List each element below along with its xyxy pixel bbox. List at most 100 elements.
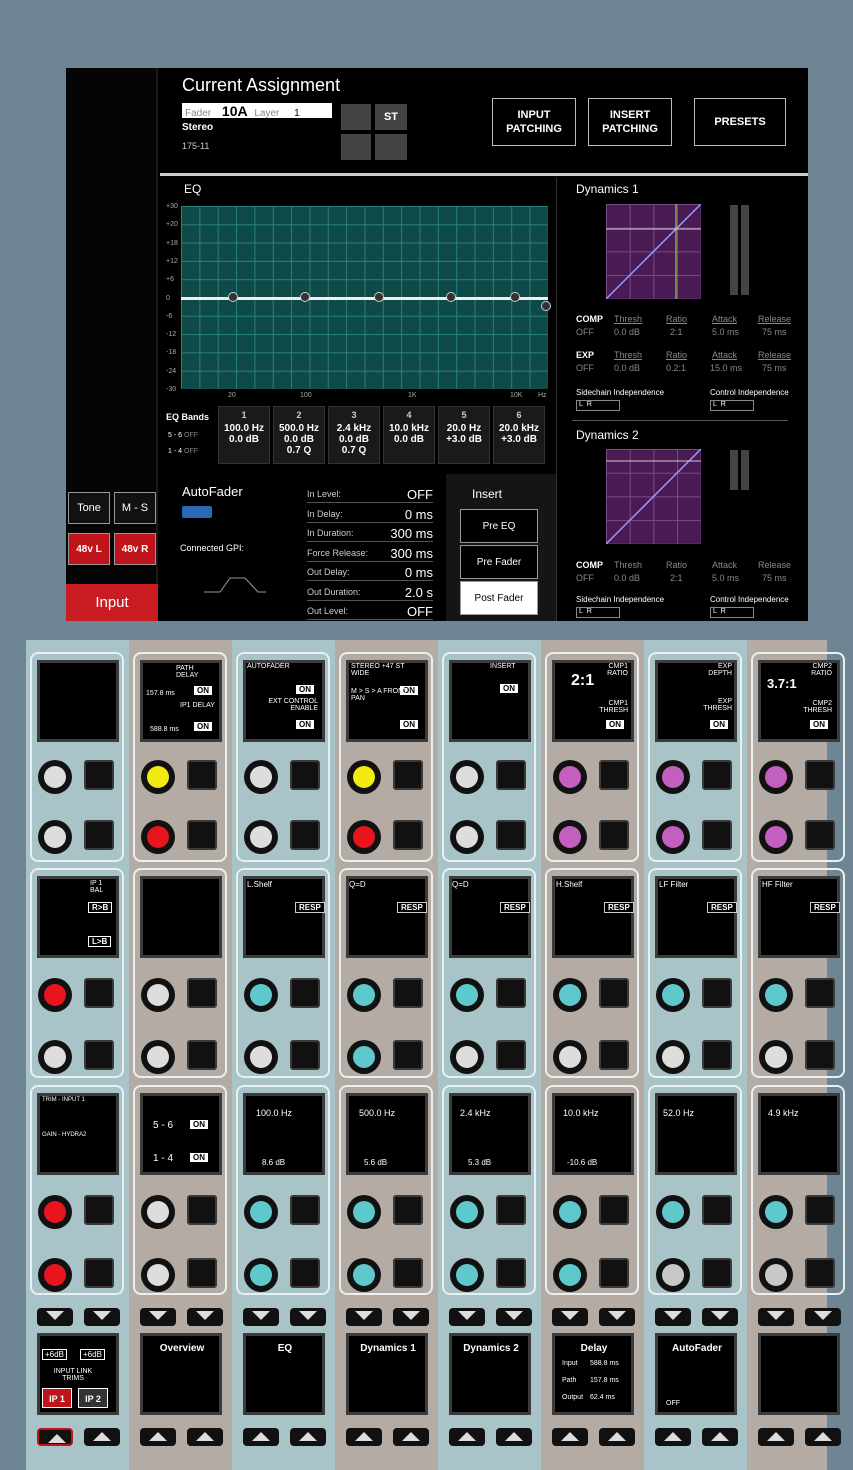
down-arrow-button[interactable] [346,1308,382,1326]
rotary-knob[interactable] [38,1258,72,1292]
key-button[interactable] [187,1195,217,1225]
down-arrow-button[interactable] [290,1308,326,1326]
rotary-knob[interactable] [656,978,690,1012]
key-button[interactable] [290,978,320,1008]
eq-bands-56[interactable]: 5 - 6 OFF [168,432,198,439]
ip2-button[interactable]: IP 2 [78,1388,108,1408]
lower-screen[interactable] [758,1333,840,1415]
rotary-knob[interactable] [450,760,484,794]
key-button[interactable] [496,820,526,850]
down-arrow-button[interactable] [552,1308,588,1326]
key-button[interactable] [290,760,320,790]
key-button[interactable] [84,1040,114,1070]
dyn1-exp-thresh[interactable]: 0.0 dB [614,363,640,373]
strip-screen[interactable] [758,1093,840,1175]
key-button[interactable] [187,1258,217,1288]
key-button[interactable] [290,1040,320,1070]
dyn2-release[interactable]: 75 ms [762,573,787,583]
autofader-row[interactable]: Force Release: 300 ms [307,546,433,562]
rotary-knob[interactable] [38,760,72,794]
up-arrow-button[interactable] [37,1428,73,1446]
autofader-row[interactable]: In Level: OFF [307,487,433,503]
dyn2-graph[interactable] [606,449,701,544]
key-button[interactable] [496,978,526,1008]
key-button[interactable] [393,978,423,1008]
strip-screen[interactable] [140,876,222,958]
autofader-row[interactable]: Out Duration: 2.0 s [307,585,433,601]
rotary-knob[interactable] [347,1258,381,1292]
key-button[interactable] [84,1195,114,1225]
rotary-knob[interactable] [141,820,175,854]
eq-bands-14[interactable]: 1 - 4 OFF [168,448,198,455]
up-arrow-button[interactable] [393,1428,429,1446]
up-arrow-button[interactable] [758,1428,794,1446]
rotary-knob[interactable] [450,1195,484,1229]
dyn1-graph[interactable] [606,204,701,299]
resp-button[interactable]: RESP [397,902,427,913]
down-arrow-button[interactable] [140,1308,176,1326]
rotary-knob[interactable] [656,820,690,854]
on-toggle[interactable]: ON [190,1153,208,1162]
up-arrow-button[interactable] [805,1428,841,1446]
key-button[interactable] [290,820,320,850]
key-button[interactable] [805,1258,835,1288]
key-button[interactable] [599,1040,629,1070]
up-arrow-button[interactable] [599,1428,635,1446]
rotary-knob[interactable] [244,1195,278,1229]
insert-patching-button[interactable]: INSERT PATCHING [588,98,672,146]
rotary-knob[interactable] [141,1258,175,1292]
rotary-knob[interactable] [244,978,278,1012]
down-arrow-button[interactable] [599,1308,635,1326]
key-button[interactable] [599,1258,629,1288]
down-arrow-button[interactable] [758,1308,794,1326]
key-button[interactable] [805,1040,835,1070]
on-toggle[interactable]: ON [710,720,728,729]
key-button[interactable] [84,1258,114,1288]
rotary-knob[interactable] [244,1258,278,1292]
48v-left-button[interactable]: 48v L [68,533,110,565]
rotary-knob[interactable] [553,1040,587,1074]
down-arrow-button[interactable] [84,1308,120,1326]
up-arrow-button[interactable] [187,1428,223,1446]
down-arrow-button[interactable] [702,1308,738,1326]
eq-node[interactable] [300,292,310,302]
key-button[interactable] [496,760,526,790]
ip1-button[interactable]: IP 1 [42,1388,72,1408]
on-toggle[interactable]: ON [296,720,314,729]
key-button[interactable] [496,1040,526,1070]
rotary-knob[interactable] [656,1258,690,1292]
key-button[interactable] [84,760,114,790]
eq-band-6[interactable]: 6 20.0 kHz +3.0 dB [493,406,545,464]
rotary-knob[interactable] [656,1040,690,1074]
key-button[interactable] [702,760,732,790]
key-button[interactable] [290,1195,320,1225]
key-button[interactable] [393,1195,423,1225]
post-fader-button[interactable]: Post Fader [460,581,538,615]
down-arrow-button[interactable] [496,1308,532,1326]
dyn2-attack[interactable]: 5.0 ms [712,573,739,583]
key-button[interactable] [187,1040,217,1070]
rotary-knob[interactable] [656,1195,690,1229]
dyn1-exp-release[interactable]: 75 ms [762,363,787,373]
up-arrow-button[interactable] [84,1428,120,1446]
eq-band-5[interactable]: 5 20.0 Hz +3.0 dB [438,406,490,464]
key-button[interactable] [84,978,114,1008]
rotary-knob[interactable] [141,760,175,794]
dyn1-exp-ratio[interactable]: 0.2:1 [666,363,686,373]
key-button[interactable] [702,1258,732,1288]
key-button[interactable] [702,1040,732,1070]
dyn2-ratio[interactable]: 2:1 [670,573,683,583]
up-arrow-button[interactable] [702,1428,738,1446]
up-arrow-button[interactable] [496,1428,532,1446]
up-arrow-button[interactable] [552,1428,588,1446]
rotary-knob[interactable] [450,1040,484,1074]
dyn2-thresh[interactable]: 0.0 dB [614,573,640,583]
up-arrow-button[interactable] [655,1428,691,1446]
dyn2-sidechain-lr[interactable]: L R [576,607,620,618]
key-button[interactable] [290,1258,320,1288]
autofader-toggle[interactable] [182,506,212,518]
eq-band-3[interactable]: 3 2.4 kHz 0.0 dB 0.7 Q [328,406,380,464]
input-patching-button[interactable]: INPUT PATCHING [492,98,576,146]
resp-button[interactable]: RESP [500,902,530,913]
down-arrow-button[interactable] [187,1308,223,1326]
